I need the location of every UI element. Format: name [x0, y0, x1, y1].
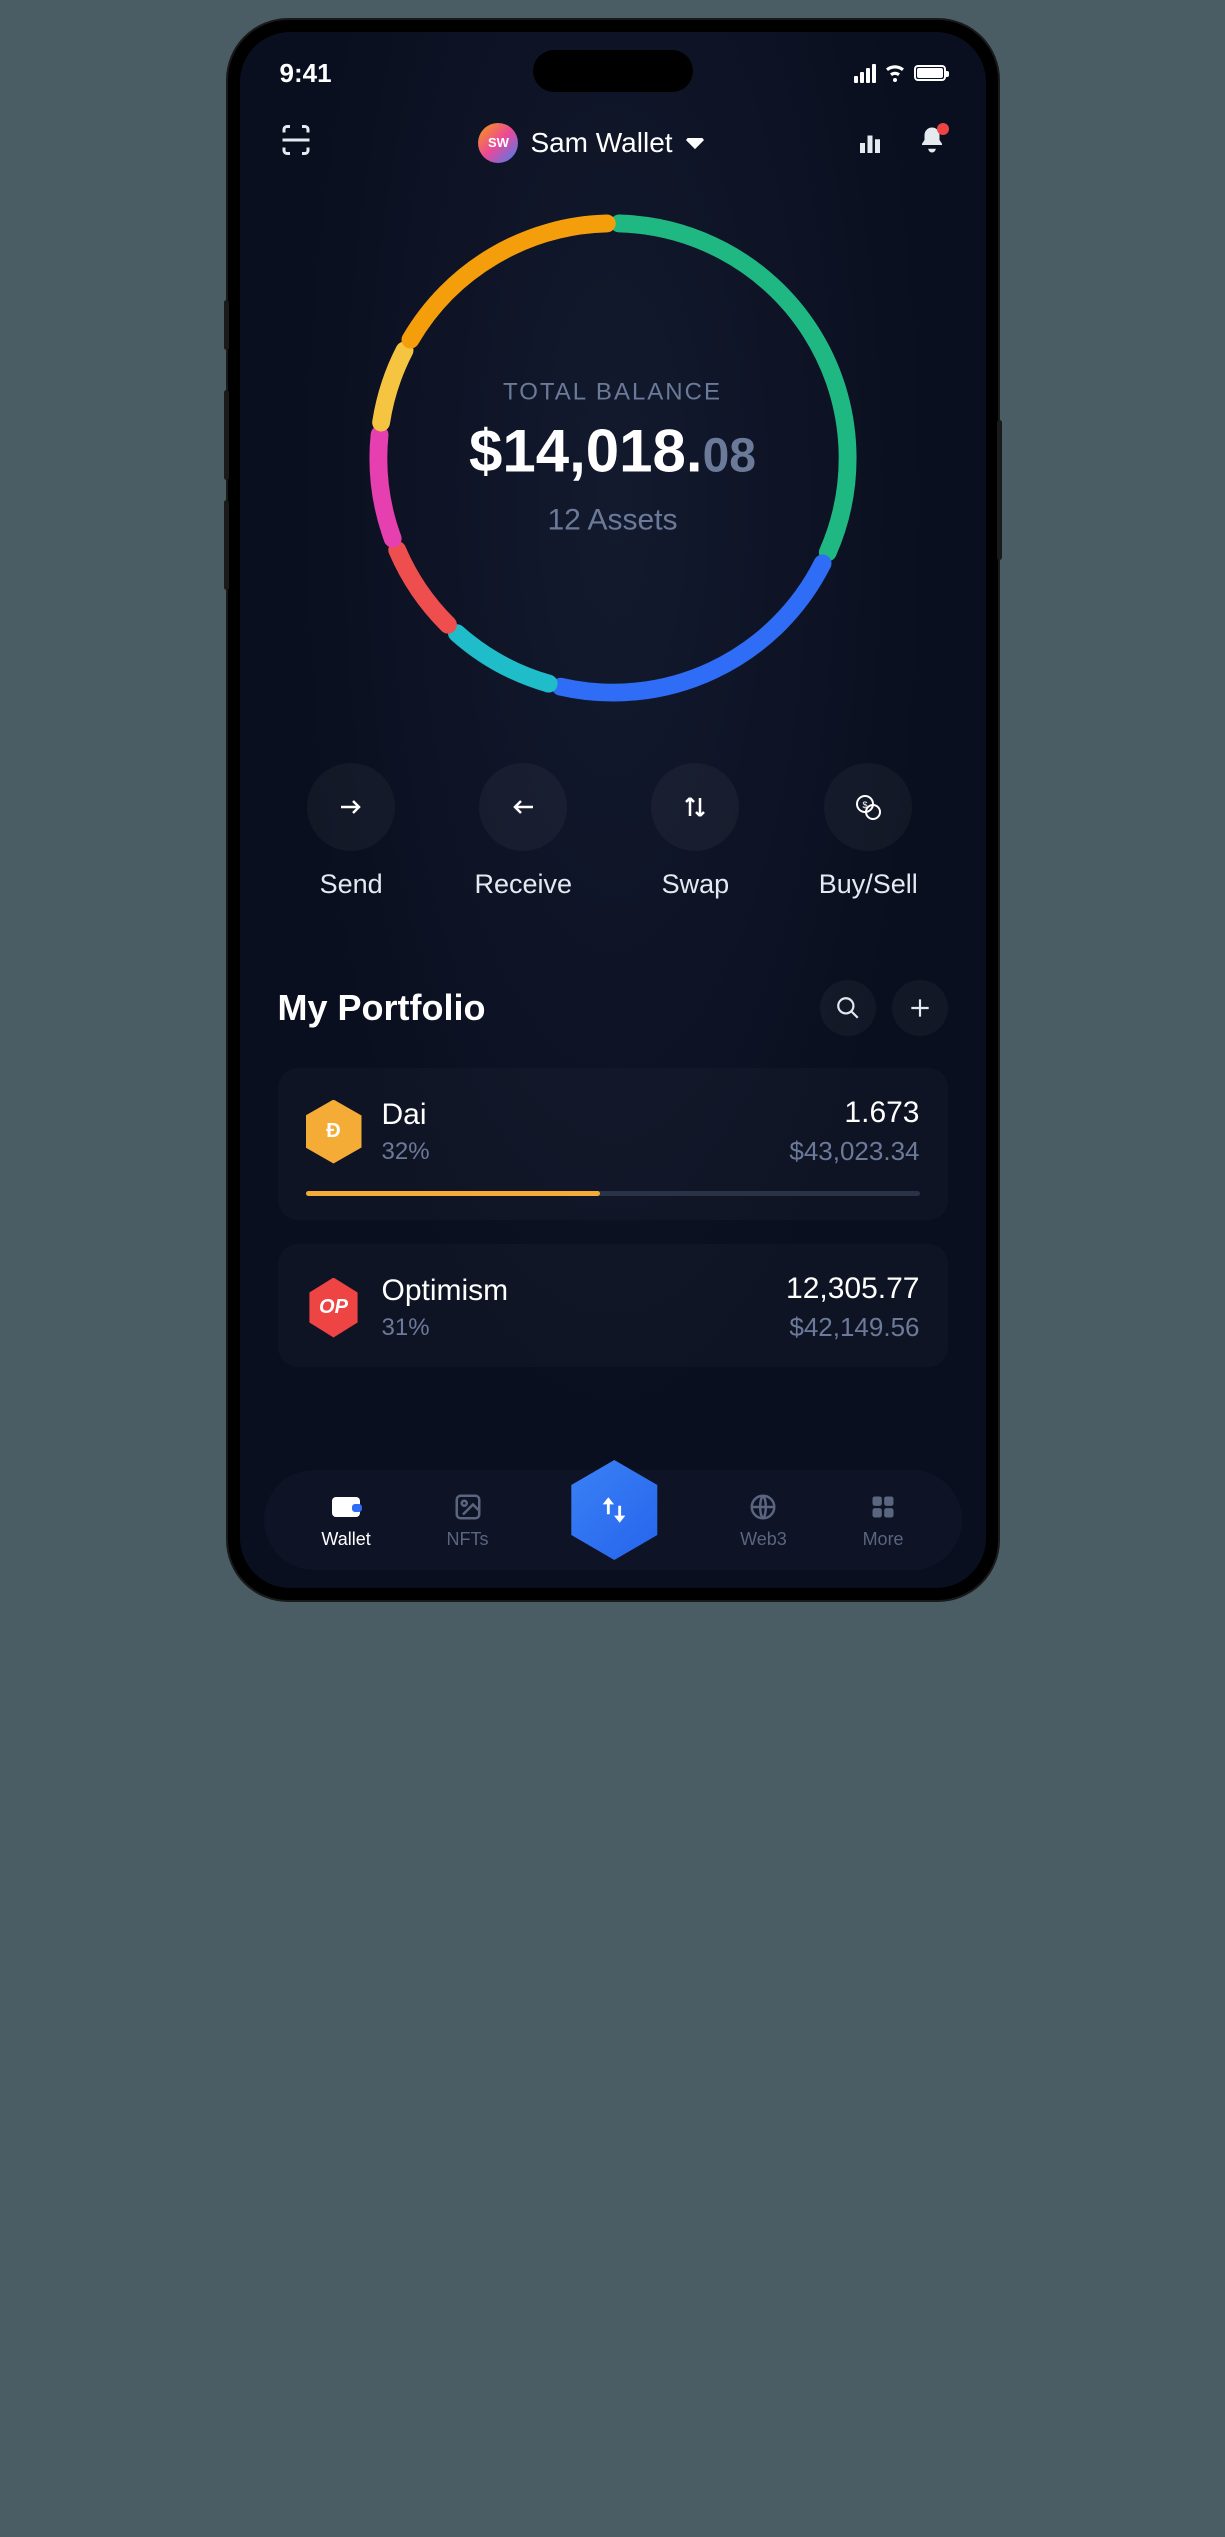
wallet-icon — [330, 1493, 362, 1521]
swap-icon — [682, 794, 708, 820]
add-button[interactable] — [892, 980, 948, 1036]
wallet-avatar: SW — [478, 123, 518, 163]
balance-ring-chart[interactable]: TOTAL BALANCE $14,018.08 12 Assets — [358, 203, 868, 713]
notification-dot — [937, 123, 949, 135]
asset-amount: 12,305.77 — [786, 1272, 919, 1306]
asset-card[interactable]: Ð Dai 32% 1.673 $43,023.34 — [278, 1068, 948, 1220]
tab-more[interactable]: More — [863, 1491, 904, 1550]
portfolio-section: My Portfolio Ð Dai 32% 1.6 — [240, 920, 986, 1367]
globe-icon — [748, 1492, 778, 1522]
phone-screen: 9:41 SW Sam Wallet — [240, 32, 986, 1588]
notifications-button[interactable] — [917, 125, 947, 160]
asset-icon: Ð — [306, 1100, 362, 1164]
buysell-button[interactable]: $ Buy/Sell — [819, 763, 918, 900]
asset-card[interactable]: OP Optimism 31% 12,305.77 $42,149.56 — [278, 1244, 948, 1367]
wifi-icon — [884, 64, 906, 82]
scan-icon[interactable] — [278, 122, 314, 158]
battery-icon — [914, 65, 946, 81]
asset-icon: OP — [306, 1278, 362, 1338]
side-button — [224, 300, 229, 350]
balance-assets: 12 Assets — [469, 504, 756, 538]
swap-button[interactable]: Swap — [651, 763, 739, 900]
search-icon — [835, 995, 861, 1021]
status-time: 9:41 — [280, 58, 332, 89]
stats-icon[interactable] — [855, 128, 885, 158]
swap-center-icon — [597, 1493, 631, 1527]
asset-usd: $42,149.56 — [786, 1312, 919, 1343]
asset-name: Optimism — [382, 1274, 767, 1308]
send-button[interactable]: Send — [307, 763, 395, 900]
asset-pct: 31% — [382, 1314, 767, 1342]
search-button[interactable] — [820, 980, 876, 1036]
portfolio-title: My Portfolio — [278, 987, 486, 1029]
action-row: Send Receive Swap $ Buy/Sell — [240, 713, 986, 920]
volume-down-button — [224, 500, 229, 590]
app-header: SW Sam Wallet — [240, 92, 986, 173]
plus-icon — [907, 995, 933, 1021]
asset-name: Dai — [382, 1098, 770, 1132]
arrow-left-icon — [509, 797, 537, 817]
svg-text:$: $ — [863, 800, 868, 810]
balance-center: TOTAL BALANCE $14,018.08 12 Assets — [469, 379, 756, 538]
tab-bar: Wallet NFTs Web3 More — [264, 1470, 962, 1570]
asset-pct: 32% — [382, 1138, 770, 1166]
image-icon — [453, 1492, 483, 1522]
notch — [533, 50, 693, 92]
balance-label: TOTAL BALANCE — [469, 379, 756, 407]
tab-web3[interactable]: Web3 — [740, 1491, 787, 1550]
tab-center-action[interactable] — [564, 1460, 664, 1560]
grid-icon — [869, 1493, 897, 1521]
receive-button[interactable]: Receive — [475, 763, 573, 900]
wallet-selector[interactable]: SW Sam Wallet — [478, 123, 704, 163]
asset-progress — [306, 1191, 920, 1196]
status-icons — [854, 64, 946, 83]
tab-wallet[interactable]: Wallet — [321, 1491, 370, 1550]
power-button — [997, 420, 1002, 560]
balance-amount: $14,018.08 — [469, 417, 756, 486]
volume-up-button — [224, 390, 229, 480]
phone-frame: 9:41 SW Sam Wallet — [228, 20, 998, 1600]
chevron-down-icon — [685, 136, 705, 150]
arrow-right-icon — [337, 797, 365, 817]
asset-amount: 1.673 — [789, 1096, 919, 1130]
signal-icon — [854, 64, 876, 83]
coins-icon: $ — [853, 792, 883, 822]
wallet-name: Sam Wallet — [530, 127, 672, 159]
asset-usd: $43,023.34 — [789, 1136, 919, 1167]
tab-nfts[interactable]: NFTs — [447, 1491, 489, 1550]
